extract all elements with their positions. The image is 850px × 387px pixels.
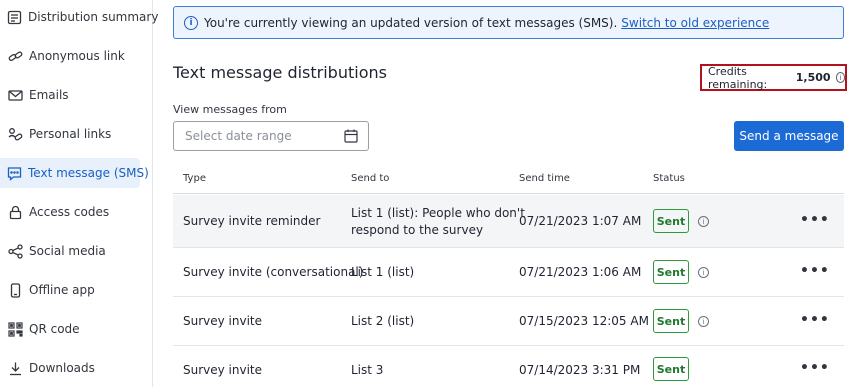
cell-send-time: 07/21/2023 1:06 AM — [519, 265, 642, 279]
sidebar-item-label: QR code — [29, 322, 80, 336]
cell-type: Survey invite reminder — [183, 214, 321, 228]
info-icon[interactable]: i — [835, 72, 845, 83]
cell-send-to-line2: respond to the survey — [351, 223, 484, 237]
column-header-type[interactable]: Type — [183, 173, 206, 184]
sidebar-item-personal-links[interactable]: Personal links — [0, 119, 140, 149]
sidebar: Distribution summary Anonymous link Emai… — [0, 0, 158, 387]
sidebar-item-label: Downloads — [29, 361, 95, 375]
info-icon[interactable]: i — [698, 267, 709, 278]
table-row[interactable]: Survey invite List 2 (list) 07/15/2023 1… — [173, 297, 844, 346]
personal-link-icon — [7, 126, 23, 142]
table-row[interactable]: Survey invite reminder List 1 (list): Pe… — [173, 195, 844, 248]
status-badge: Sent — [653, 357, 689, 381]
cell-send-to: List 3 — [351, 363, 384, 377]
status-badge: Sent — [653, 260, 689, 284]
share-icon — [7, 243, 23, 259]
more-options-icon[interactable]: ••• — [800, 263, 830, 279]
sms-icon — [7, 165, 22, 181]
sidebar-item-qr-code[interactable]: QR code — [0, 314, 140, 344]
cell-send-to: List 1 (list): People who don't — [351, 206, 525, 220]
sidebar-item-label: Distribution summary — [28, 10, 159, 24]
table-row[interactable]: Survey invite List 3 07/14/2023 3:31 PM … — [173, 346, 844, 387]
summary-icon — [7, 9, 22, 25]
lock-icon — [7, 204, 23, 220]
qr-icon — [7, 321, 23, 337]
sidebar-item-label: Text message (SMS) — [28, 166, 149, 180]
sidebar-item-downloads[interactable]: Downloads — [0, 353, 140, 383]
switch-to-old-experience-link[interactable]: Switch to old experience — [621, 16, 769, 30]
cell-type: Survey invite — [183, 314, 263, 328]
info-banner: i You're currently viewing an updated ve… — [173, 6, 844, 39]
credits-label: Credits remaining: — [708, 64, 768, 91]
view-messages-label: View messages from — [173, 103, 287, 116]
more-options-icon[interactable]: ••• — [800, 212, 830, 228]
calendar-icon[interactable] — [344, 129, 358, 146]
date-range-input[interactable]: Select date range — [173, 121, 369, 151]
download-icon — [7, 360, 23, 376]
sidebar-item-emails[interactable]: Emails — [0, 80, 140, 110]
sidebar-item-label: Access codes — [29, 205, 110, 219]
date-range-placeholder: Select date range — [185, 129, 292, 143]
cell-type: Survey invite (conversational) — [183, 265, 364, 279]
send-a-message-button[interactable]: Send a message — [734, 121, 844, 151]
sidebar-item-label: Personal links — [29, 127, 112, 141]
envelope-icon — [7, 87, 23, 103]
credits-remaining: Credits remaining: 1,500 i — [700, 64, 847, 91]
info-icon: i — [184, 15, 198, 30]
sidebar-item-label: Anonymous link — [29, 49, 125, 63]
more-options-icon[interactable]: ••• — [800, 312, 830, 328]
table-header: Type Send to Send time Status — [173, 163, 844, 194]
status-badge: Sent — [653, 209, 689, 233]
sidebar-item-access-codes[interactable]: Access codes — [0, 197, 140, 227]
column-header-send-time[interactable]: Send time — [519, 173, 570, 184]
cell-send-to: List 2 (list) — [351, 314, 415, 328]
info-icon[interactable]: i — [698, 216, 709, 227]
column-header-send-to[interactable]: Send to — [351, 173, 389, 184]
sidebar-item-social-media[interactable]: Social media — [0, 236, 140, 266]
status-badge: Sent — [653, 309, 689, 333]
sidebar-item-label: Offline app — [29, 283, 95, 297]
cell-type: Survey invite — [183, 363, 263, 377]
sidebar-item-label: Social media — [29, 244, 106, 258]
sidebar-item-anonymous-link[interactable]: Anonymous link — [0, 41, 140, 71]
sidebar-item-distribution-summary[interactable]: Distribution summary — [0, 2, 158, 32]
cell-send-time: 07/21/2023 1:07 AM — [519, 214, 642, 228]
credits-value: 1,500 — [795, 71, 831, 84]
sidebar-item-text-message-sms[interactable]: Text message (SMS) — [0, 158, 149, 188]
page-title: Text message distributions — [173, 63, 387, 82]
cell-send-time: 07/15/2023 12:05 AM — [519, 314, 649, 328]
sidebar-item-label: Emails — [29, 88, 69, 102]
cell-send-time: 07/14/2023 3:31 PM — [519, 363, 641, 377]
sidebar-item-offline-app[interactable]: Offline app — [0, 275, 140, 305]
more-options-icon[interactable]: ••• — [800, 360, 830, 376]
info-icon[interactable]: i — [698, 316, 709, 327]
column-header-status[interactable]: Status — [653, 173, 685, 184]
table-row[interactable]: Survey invite (conversational) List 1 (l… — [173, 248, 844, 297]
banner-text: You're currently viewing an updated vers… — [204, 15, 618, 30]
link-icon — [7, 48, 23, 64]
phone-icon — [7, 282, 23, 298]
cell-send-to: List 1 (list) — [351, 265, 415, 279]
